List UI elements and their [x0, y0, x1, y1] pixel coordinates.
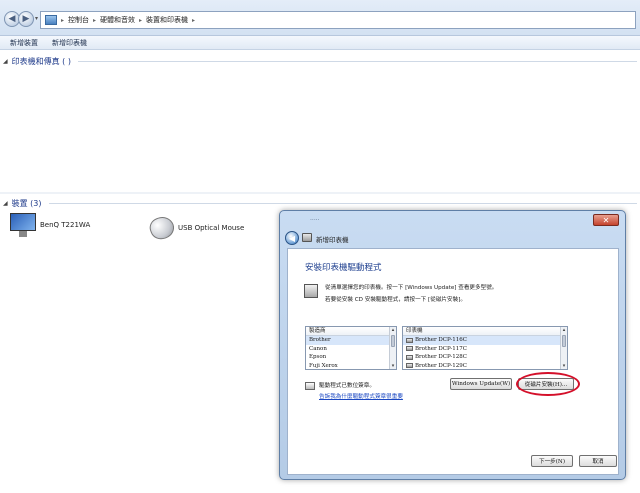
breadcrumb-hardware-sound[interactable]: 硬體和音效 — [100, 15, 135, 25]
manufacturer-list[interactable]: 製造商 Brother Canon Epson Fuji Xerox ▴ ▾ — [305, 326, 397, 370]
list-item[interactable]: Canon — [306, 345, 396, 354]
column-header[interactable]: 製造商 — [306, 327, 396, 336]
cancel-button[interactable]: 取消 — [579, 455, 617, 467]
devices-section-header[interactable]: ◢ 裝置 (3) — [3, 198, 637, 209]
windows-update-button[interactable]: Windows Update(W) — [450, 378, 512, 390]
collapse-triangle-icon[interactable]: ◢ — [3, 200, 8, 207]
list-item[interactable]: Fuji Xerox — [306, 362, 396, 370]
next-button[interactable]: 下一步(N) — [531, 455, 573, 467]
printers-section-title: 印表機和傳真 ( ) — [11, 57, 71, 66]
chevron-right-icon[interactable]: ▸ — [192, 17, 195, 24]
printer-icon — [406, 346, 413, 352]
scroll-up-icon[interactable]: ▴ — [561, 327, 567, 333]
scroll-up-icon[interactable]: ▴ — [390, 327, 396, 333]
signed-driver-icon — [305, 382, 315, 390]
back-arrow-icon[interactable]: ◀ — [285, 231, 299, 245]
device-label: BenQ T221WA — [40, 221, 91, 229]
instruction-text: 從清單選擇您的印表機。按一下 [Windows Update] 查看更多型號。 — [325, 285, 498, 291]
printer-icon — [302, 233, 312, 242]
scroll-thumb[interactable] — [391, 335, 395, 347]
printer-icon — [406, 337, 413, 343]
printer-model: Brother DCP-128C — [415, 354, 467, 360]
scroll-thumb[interactable] — [562, 335, 566, 347]
printer-list[interactable]: 印表機 Brother DCP-116C Brother DCP-117C Br… — [402, 326, 568, 370]
add-printer-button[interactable]: 新增印表機 — [52, 38, 87, 48]
add-device-button[interactable]: 新增裝置 — [10, 38, 38, 48]
scrollbar[interactable]: ▴ ▾ — [560, 327, 567, 369]
breadcrumb-control-panel[interactable]: 控制台 — [68, 15, 89, 25]
printer-icon — [304, 284, 318, 298]
recent-pages-dropdown-icon[interactable]: ▾ — [35, 15, 38, 22]
collapse-triangle-icon[interactable]: ◢ — [3, 58, 8, 65]
section-divider — [77, 61, 637, 62]
device-label: USB Optical Mouse — [178, 224, 245, 232]
signed-status-text: 驅動程式已數位簽章。 — [319, 383, 375, 389]
driver-signing-link[interactable]: 告訴我為什麼驅動程式簽章很重要 — [319, 392, 403, 400]
printer-model: Brother DCP-116C — [415, 337, 467, 343]
scroll-down-icon[interactable]: ▾ — [561, 363, 567, 369]
section-divider — [48, 203, 637, 204]
address-bar: ◀ ▶ ▾ ▸ 控制台 ▸ 硬體和音效 ▸ 裝置和印表機 ▸ — [0, 0, 640, 36]
instruction-text: 若要從安裝 CD 安裝驅動程式，請按一下 [從磁片安裝]。 — [325, 297, 466, 303]
printer-icon — [406, 354, 413, 360]
chevron-right-icon[interactable]: ▸ — [139, 17, 142, 24]
list-item[interactable]: Brother DCP-116C — [403, 336, 567, 345]
chevron-right-icon[interactable]: ▸ — [93, 17, 96, 24]
list-item[interactable]: Brother DCP-128C — [403, 353, 567, 362]
printer-icon — [406, 363, 413, 369]
scroll-down-icon[interactable]: ▾ — [390, 363, 396, 369]
list-item[interactable]: Brother DCP-129C — [403, 362, 567, 370]
section-separator — [0, 192, 640, 194]
close-button[interactable]: ✕ — [593, 214, 619, 226]
monitor-icon — [10, 213, 36, 237]
breadcrumb[interactable]: ▸ 控制台 ▸ 硬體和音效 ▸ 裝置和印表機 ▸ — [40, 11, 636, 29]
printer-model: Brother DCP-117C — [415, 345, 467, 352]
dialog-title: 新增印表機 — [316, 236, 349, 244]
list-item[interactable]: Brother — [306, 336, 396, 345]
control-panel-icon — [45, 15, 57, 25]
list-item[interactable]: Brother DCP-117C — [403, 345, 567, 354]
chevron-right-icon[interactable]: ▸ — [61, 17, 64, 24]
highlight-annotation — [516, 372, 580, 396]
printers-section-header[interactable]: ◢ 印表機和傳真 ( ) — [3, 56, 637, 67]
command-bar: 新增裝置 新增印表機 — [0, 36, 640, 50]
add-printer-dialog: ····· ✕ ◀ 新增印表機 安裝印表機驅動程式 從清單選擇您的印表機。按一下… — [279, 210, 626, 480]
scrollbar[interactable]: ▴ ▾ — [389, 327, 396, 369]
page-heading: 安裝印表機驅動程式 — [305, 263, 382, 273]
printer-model: Brother DCP-129C — [415, 362, 467, 369]
mouse-icon — [146, 213, 178, 243]
column-header[interactable]: 印表機 — [403, 327, 567, 336]
forward-icon[interactable]: ▶ — [18, 11, 34, 27]
device-monitor[interactable]: BenQ T221WA — [10, 213, 90, 237]
list-item[interactable]: Epson — [306, 353, 396, 362]
devices-section-title: 裝置 (3) — [11, 199, 42, 208]
breadcrumb-devices-printers[interactable]: 裝置和印表機 — [146, 15, 188, 25]
device-mouse[interactable]: USB Optical Mouse — [146, 213, 245, 243]
dialog-body: 安裝印表機驅動程式 從清單選擇您的印表機。按一下 [Windows Update… — [287, 248, 619, 475]
dialog-caption-blurred: ····· — [310, 217, 320, 224]
